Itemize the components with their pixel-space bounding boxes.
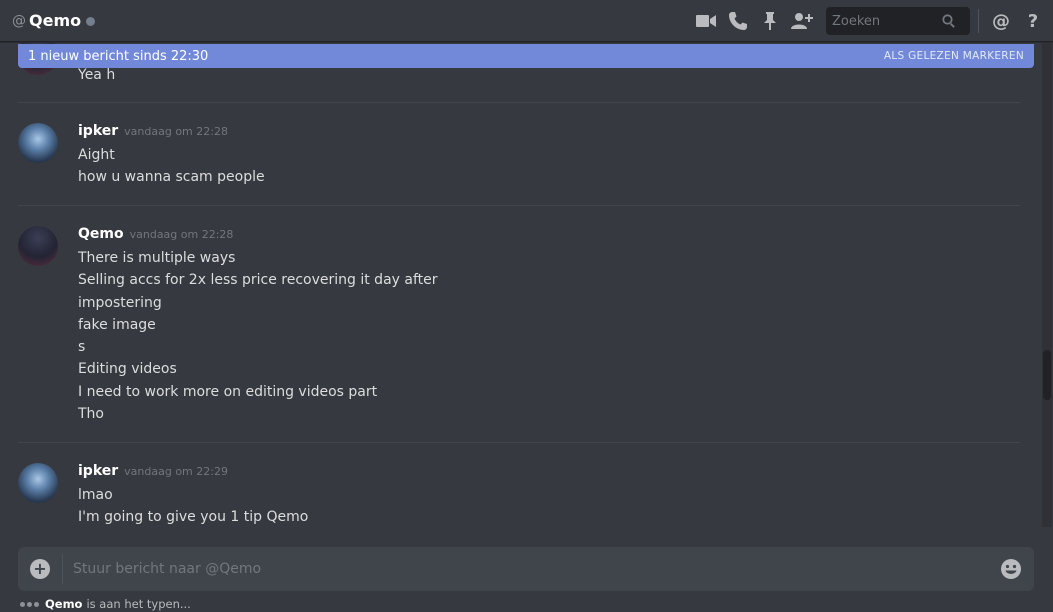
message-line: impostering xyxy=(78,294,162,311)
new-messages-text[interactable]: 1 nieuw bericht sinds 22:30 xyxy=(28,49,208,64)
new-messages-bar[interactable]: 1 nieuw bericht sinds 22:30 ALS GELEZEN … xyxy=(18,44,1034,68)
message-content: lmao I'm going to give you 1 tip Qemo xyxy=(78,484,308,527)
message-content: Aight how u wanna scam people xyxy=(78,144,265,189)
mark-as-read-button[interactable]: ALS GELEZEN MARKEREN xyxy=(884,50,1024,62)
scrollbar-thumb[interactable] xyxy=(1043,350,1051,400)
message-line: I need to work more on editing videos pa… xyxy=(78,383,378,400)
message-line: Selling accs for 2x less price recoverin… xyxy=(78,272,438,289)
dm-at-icon: @ xyxy=(12,12,26,29)
composer-divider xyxy=(62,554,63,584)
video-camera-icon[interactable] xyxy=(690,5,722,37)
header-divider xyxy=(978,9,979,33)
author-name[interactable]: ipker xyxy=(78,123,118,139)
author-name[interactable]: Qemo xyxy=(78,226,124,242)
emoji-icon[interactable] xyxy=(1000,558,1022,580)
timestamp: vandaag om 22:28 xyxy=(124,125,228,138)
message-input[interactable] xyxy=(73,561,1000,577)
message-line: lmao xyxy=(78,487,113,503)
message-line: Editing videos xyxy=(78,361,177,378)
avatar[interactable] xyxy=(18,123,58,163)
typing-dots-icon xyxy=(20,601,41,607)
message-composer: + xyxy=(18,547,1034,591)
mention-icon[interactable]: @ xyxy=(985,5,1017,37)
timestamp: vandaag om 22:29 xyxy=(124,465,228,478)
message-list[interactable]: Yea h ipker vandaag om 22:28 Aight how u… xyxy=(0,43,1040,527)
phone-icon[interactable] xyxy=(722,5,754,37)
message-line: I'm going to give you 1 tip Qemo xyxy=(78,509,309,526)
search-box[interactable] xyxy=(826,7,970,35)
avatar[interactable] xyxy=(18,226,58,266)
message-content: There is multiple ways Selling accs for … xyxy=(78,247,438,425)
message-line: There is multiple ways xyxy=(78,250,236,266)
search-input[interactable] xyxy=(832,13,942,29)
help-icon[interactable]: ? xyxy=(1017,5,1049,37)
message-header: ipker vandaag om 22:29 xyxy=(78,463,228,479)
pin-icon[interactable] xyxy=(754,5,786,37)
message-line: fake image xyxy=(78,316,156,333)
message-line: Tho xyxy=(78,406,104,423)
message-divider xyxy=(18,205,1020,206)
message-header: ipker vandaag om 22:28 xyxy=(78,123,228,139)
avatar[interactable] xyxy=(18,463,58,503)
typing-text: is aan het typen... xyxy=(86,597,191,611)
channel-title: Qemo xyxy=(29,11,82,30)
author-name[interactable]: ipker xyxy=(78,463,118,479)
message-line: s xyxy=(78,339,86,356)
typing-indicator: Qemo is aan het typen... xyxy=(20,597,191,611)
upload-plus-icon[interactable]: + xyxy=(30,559,50,579)
typing-user: Qemo xyxy=(45,597,83,611)
scrollbar-track[interactable] xyxy=(1042,43,1052,527)
header-toolbar: @ ? xyxy=(690,0,1053,42)
message-header: Qemo vandaag om 22:28 xyxy=(78,226,233,242)
search-icon[interactable] xyxy=(942,14,956,28)
timestamp: vandaag om 22:28 xyxy=(129,228,234,241)
status-indicator xyxy=(86,17,96,26)
add-friend-icon[interactable] xyxy=(786,5,818,37)
message-line: how u wanna scam people xyxy=(78,169,265,186)
message-line: Aight xyxy=(78,147,115,163)
message-divider xyxy=(18,102,1020,103)
message-divider xyxy=(18,442,1020,443)
channel-header: @ Qemo @ ? xyxy=(0,0,1053,42)
